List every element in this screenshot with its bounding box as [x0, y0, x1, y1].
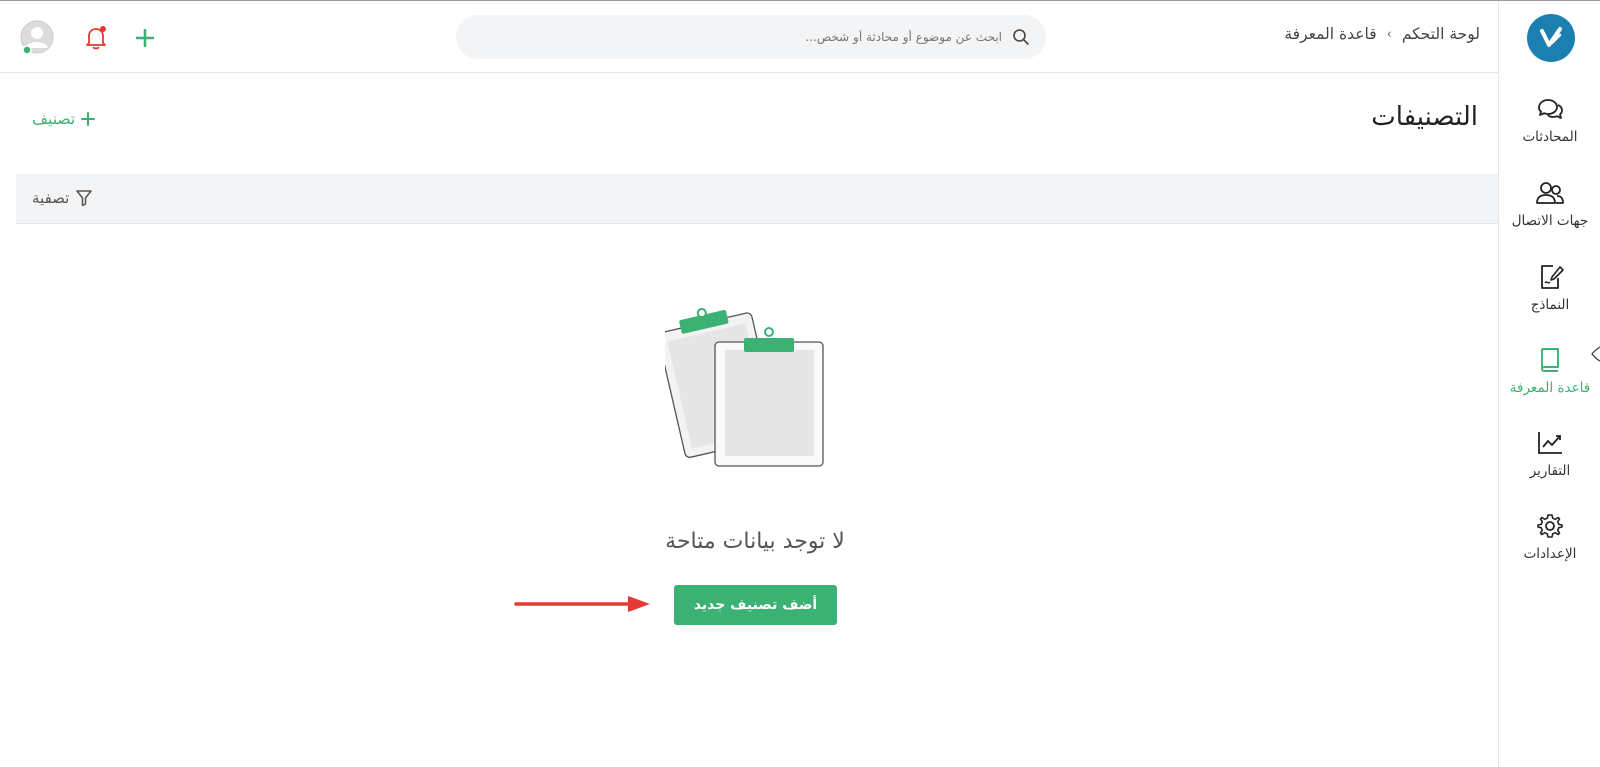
- create-button[interactable]: [135, 28, 155, 48]
- add-classification-link[interactable]: تصنيف: [32, 110, 96, 128]
- avatar-icon: [20, 20, 54, 55]
- sidebar: المحادثات جهات الاتصال النماذج قاعدة الم…: [1498, 1, 1600, 767]
- sidebar-item-label: النماذج: [1530, 297, 1570, 313]
- bell-icon: [86, 26, 106, 50]
- empty-clipboard-illustration: [665, 308, 824, 467]
- sidebar-item-contacts[interactable]: جهات الاتصال: [1499, 179, 1600, 251]
- filter-label: تصفية: [32, 189, 70, 207]
- logo-icon: [1540, 27, 1562, 47]
- filter-icon: [76, 190, 93, 207]
- plus-icon: [135, 28, 155, 48]
- add-classification-label: تصنيف: [32, 110, 76, 128]
- sidebar-item-label: جهات الاتصال: [1511, 213, 1589, 229]
- contacts-icon: [1536, 182, 1564, 204]
- mouse-cursor-icon: [1591, 346, 1600, 362]
- app-logo[interactable]: [1527, 14, 1575, 62]
- sidebar-item-label: الإعدادات: [1523, 546, 1577, 562]
- search-input[interactable]: [482, 15, 1002, 59]
- sidebar-item-reports[interactable]: التقارير: [1499, 429, 1600, 501]
- reports-icon: [1538, 432, 1562, 454]
- top-header: لوحة التحكم › قاعدة المعرفة: [0, 1, 1498, 73]
- sidebar-item-forms[interactable]: النماذج: [1499, 263, 1600, 335]
- sidebar-item-label: المحادثات: [1522, 129, 1578, 145]
- plus-icon: [81, 112, 96, 126]
- book-icon: [1541, 348, 1559, 372]
- breadcrumb-separator: ›: [1386, 26, 1392, 42]
- page-title: التصنيفات: [1371, 102, 1478, 132]
- sidebar-item-settings[interactable]: الإعدادات: [1499, 512, 1600, 584]
- breadcrumb-current: قاعدة المعرفة: [1284, 25, 1377, 43]
- sidebar-item-label: قاعدة المعرفة: [1509, 380, 1591, 396]
- user-avatar[interactable]: [20, 20, 54, 55]
- forms-icon: [1541, 265, 1564, 289]
- breadcrumb-dashboard-link[interactable]: لوحة التحكم: [1402, 25, 1480, 43]
- chat-icon: [1538, 99, 1563, 119]
- gear-icon: [1537, 514, 1563, 538]
- filter-button[interactable]: تصفية: [32, 189, 93, 207]
- annotation-arrow: [514, 596, 650, 612]
- sidebar-item-conversations[interactable]: المحادثات: [1499, 95, 1600, 167]
- search-box[interactable]: [456, 15, 1046, 59]
- empty-state-message: لا توجد بيانات متاحة: [665, 529, 845, 554]
- search-icon: [1013, 29, 1029, 45]
- breadcrumb: لوحة التحكم › قاعدة المعرفة: [1284, 25, 1480, 43]
- notifications-button[interactable]: [84, 25, 108, 51]
- filter-bar: تصفية: [16, 174, 1498, 224]
- sidebar-item-knowledge-base[interactable]: قاعدة المعرفة: [1499, 346, 1600, 418]
- sidebar-item-label: التقارير: [1529, 463, 1571, 479]
- add-new-classification-button[interactable]: أضف تصنيف جديد: [674, 585, 837, 625]
